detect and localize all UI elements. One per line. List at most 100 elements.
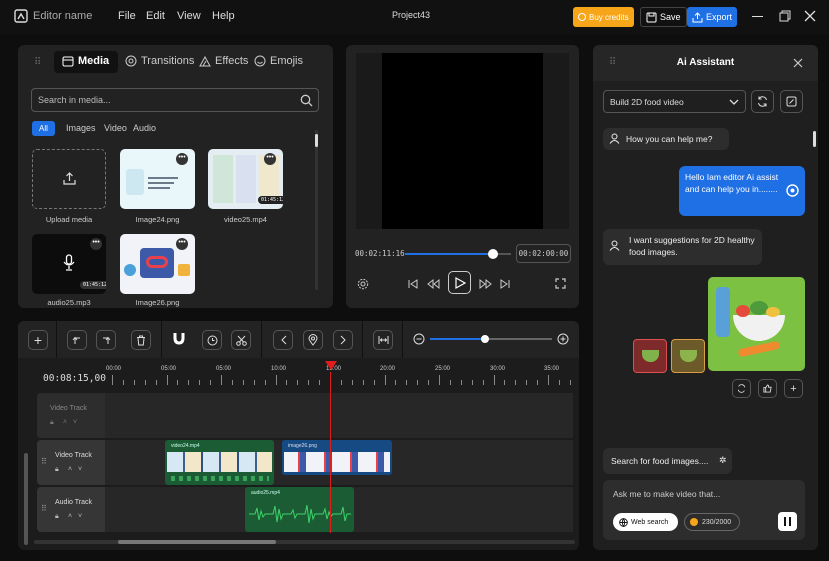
timeline-vscroll-thumb[interactable] (24, 453, 28, 545)
magnet-icon[interactable] (173, 332, 185, 345)
more-options-icon[interactable]: ••• (176, 238, 188, 250)
marker-button[interactable] (303, 330, 323, 350)
more-options-icon[interactable]: ••• (264, 153, 276, 165)
media-scrollbar[interactable] (315, 130, 318, 290)
like-button[interactable] (758, 379, 777, 398)
menu-help[interactable]: Help (212, 10, 235, 22)
chevron-down-icon[interactable]: ˅ (78, 513, 82, 520)
previous-button[interactable] (273, 330, 293, 350)
more-options-icon[interactable]: ••• (176, 153, 188, 165)
food-image-option-1[interactable] (633, 339, 667, 373)
clip-image26[interactable]: image26.png (282, 440, 392, 475)
chevron-up-icon[interactable]: ˄ (63, 419, 67, 426)
zoom-slider[interactable] (430, 335, 552, 343)
zoom-out-icon[interactable] (413, 333, 425, 345)
track-header-video-1[interactable]: Video Track 🔒︎ ˄ ˅ (37, 393, 105, 438)
filter-video[interactable]: Video (104, 123, 127, 133)
close-icon[interactable] (793, 58, 803, 68)
playhead-line[interactable] (330, 372, 331, 533)
regenerate-button[interactable] (732, 379, 751, 398)
chevron-up-icon[interactable]: ˄ (68, 466, 72, 473)
menu-edit[interactable]: Edit (146, 10, 165, 22)
delete-button[interactable] (131, 330, 151, 350)
track-header-video-2[interactable]: ⠿ Video Track 🔒︎ ˄ ˅ (37, 440, 105, 485)
media-item-video25[interactable]: ••• 01:45:12 (208, 149, 283, 209)
add-to-timeline-button[interactable]: + (784, 379, 803, 398)
fullscreen-icon[interactable] (555, 278, 566, 289)
track-lane-video-1[interactable] (105, 393, 573, 438)
refresh-icon (758, 96, 767, 107)
playback-scrubber[interactable] (405, 249, 511, 259)
filter-all[interactable]: All (32, 121, 55, 136)
food-image-option-2[interactable] (671, 339, 705, 373)
stop-button[interactable] (778, 512, 797, 531)
preset-select[interactable]: Build 2D food video (603, 90, 746, 113)
menu-view[interactable]: View (177, 10, 201, 22)
minimize-icon[interactable] (752, 16, 763, 18)
restore-icon[interactable] (779, 10, 791, 22)
chevron-down-icon[interactable]: ˅ (78, 466, 82, 473)
new-chat-button[interactable] (780, 90, 803, 113)
more-options-icon[interactable]: ••• (90, 238, 102, 250)
rewind-icon[interactable] (427, 278, 440, 290)
food-image-main[interactable] (708, 277, 805, 371)
lock-icon[interactable]: 🔒︎ (55, 466, 59, 474)
chevron-down-icon[interactable]: ˅ (73, 419, 77, 426)
media-item-image26[interactable]: ••• (120, 234, 195, 294)
save-button[interactable]: Save (640, 7, 687, 27)
ruler-label: 00:00 (106, 366, 122, 372)
history-button[interactable] (202, 330, 222, 350)
lock-icon[interactable]: 🔒︎ (55, 513, 59, 521)
zoom-slider-knob[interactable] (480, 335, 489, 343)
add-button[interactable]: + (28, 330, 48, 350)
microphone-icon (63, 254, 75, 271)
upload-media-dropzone[interactable] (32, 149, 106, 209)
track-header-audio[interactable]: ⠿ Audio Track 🔒︎ ˄ ˅ (37, 487, 105, 532)
ruler-tick (548, 375, 549, 385)
drag-handle-icon[interactable]: ⠿ (41, 457, 47, 466)
clip-audio25[interactable]: audio25.mp4 (245, 487, 354, 532)
drag-handle-icon[interactable]: ⠿ (41, 504, 47, 513)
timeline-hscroll-thumb[interactable] (118, 540, 276, 544)
timeline-ruler[interactable]: 00:00 05:00 05:00 10:00 15:00 20:00 25:0… (106, 361, 576, 391)
skip-to-start-icon[interactable] (407, 278, 419, 290)
media-search-input[interactable]: Search in media... (31, 88, 319, 112)
tab-media[interactable]: Media (62, 55, 109, 67)
chat-scrollbar-thumb[interactable] (813, 131, 816, 147)
close-icon[interactable] (804, 10, 816, 22)
redo-button[interactable] (96, 330, 116, 350)
timeline-hscroll[interactable] (34, 540, 575, 544)
media-item-audio25[interactable]: ••• 01:45:12 (32, 234, 106, 294)
chevron-up-icon[interactable]: ˄ (68, 513, 72, 520)
lock-icon[interactable]: 🔒︎ (50, 419, 54, 427)
redo-icon (103, 336, 111, 344)
clip-video24[interactable]: video24.mp4 (165, 440, 274, 485)
play-button[interactable] (448, 271, 471, 294)
fit-timeline-button[interactable] (373, 330, 393, 350)
split-button[interactable] (231, 330, 251, 350)
fast-forward-icon[interactable] (479, 278, 492, 290)
chat-input-box[interactable]: Ask me to make video that... Web search … (603, 480, 805, 540)
settings-gear-icon[interactable] (357, 278, 369, 290)
refresh-button[interactable] (751, 90, 774, 113)
web-search-toggle[interactable]: Web search (613, 513, 678, 531)
export-button[interactable]: Export (687, 7, 738, 27)
media-item-image24[interactable]: ••• (120, 149, 195, 209)
media-scrollbar-thumb[interactable] (315, 134, 318, 147)
playback-knob[interactable] (487, 249, 498, 259)
drag-handle-icon[interactable]: ⠿ (34, 57, 42, 68)
tab-effects[interactable]: Effects (199, 55, 248, 67)
undo-button[interactable] (67, 330, 87, 350)
next-button[interactable] (333, 330, 353, 350)
total-time[interactable]: 00:02:00:00 (516, 244, 571, 263)
buy-credits-button[interactable]: Buy credits (573, 7, 634, 27)
filter-images[interactable]: Images (66, 123, 96, 133)
filter-audio[interactable]: Audio (133, 123, 156, 133)
search-icon[interactable] (300, 94, 313, 107)
menu-file[interactable]: File (118, 10, 136, 22)
playhead-marker[interactable] (325, 361, 337, 370)
zoom-in-icon[interactable] (557, 333, 569, 345)
tab-transitions[interactable]: Transitions (125, 55, 194, 67)
skip-to-end-icon[interactable] (499, 278, 511, 290)
tab-emojis[interactable]: Emojis (254, 55, 303, 67)
